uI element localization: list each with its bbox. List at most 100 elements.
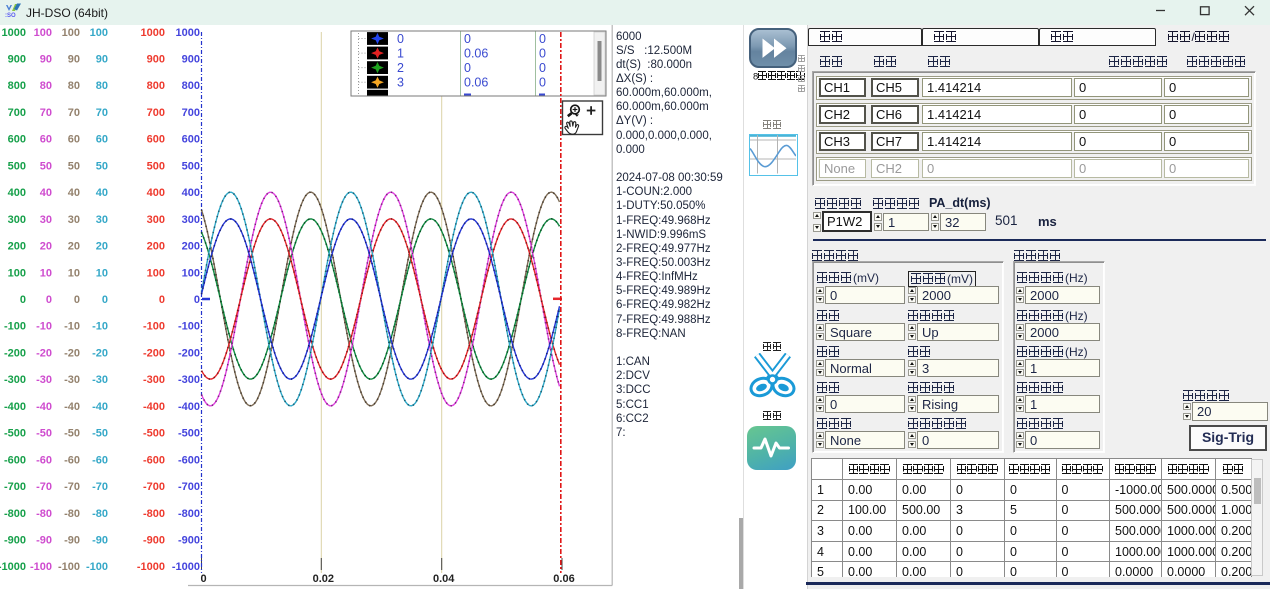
svg-text:400: 400: [8, 187, 26, 199]
svg-text:-100: -100: [86, 561, 108, 573]
svg-text:-80: -80: [36, 508, 52, 520]
svg-text:30: 30: [68, 214, 80, 226]
svg-text:70: 70: [68, 107, 80, 119]
svg-text:600: 600: [8, 134, 26, 146]
svg-text:-200: -200: [178, 347, 200, 359]
svg-text:-800: -800: [4, 508, 26, 520]
svg-text:500: 500: [147, 160, 165, 172]
svg-text:-200: -200: [143, 347, 165, 359]
svg-text:100: 100: [62, 27, 80, 39]
svg-text:0: 0: [200, 573, 206, 585]
svg-text:-70: -70: [92, 481, 108, 493]
svg-text:20: 20: [96, 241, 108, 253]
svg-text:-400: -400: [143, 401, 165, 413]
svg-text:50: 50: [68, 160, 80, 172]
svg-text:-20: -20: [92, 347, 108, 359]
svg-text:-80: -80: [92, 508, 108, 520]
svg-text:400: 400: [147, 187, 165, 199]
svg-text:0: 0: [464, 32, 471, 46]
svg-text:0: 0: [539, 61, 546, 75]
svg-text:-100: -100: [143, 321, 165, 333]
svg-text:-300: -300: [143, 374, 165, 386]
svg-text:100: 100: [182, 267, 200, 279]
svg-text:400: 400: [182, 187, 200, 199]
svg-text:300: 300: [182, 214, 200, 226]
svg-text:80: 80: [96, 80, 108, 92]
svg-text:0.04: 0.04: [433, 573, 455, 585]
svg-text:3: 3: [397, 76, 404, 90]
svg-text:-10: -10: [36, 321, 52, 333]
svg-text:-20: -20: [36, 347, 52, 359]
svg-text:-90: -90: [64, 535, 80, 547]
svg-text:200: 200: [182, 241, 200, 253]
svg-text:-1000: -1000: [172, 561, 200, 573]
svg-text:10: 10: [96, 267, 108, 279]
svg-text:-60: -60: [64, 454, 80, 466]
svg-text:-80: -80: [64, 508, 80, 520]
svg-text:1000: 1000: [176, 27, 200, 39]
svg-text:-400: -400: [4, 401, 26, 413]
svg-text:0: 0: [464, 61, 471, 75]
svg-text:-40: -40: [36, 401, 52, 413]
svg-text:0: 0: [159, 294, 165, 306]
svg-text:10: 10: [68, 267, 80, 279]
svg-text:-70: -70: [36, 481, 52, 493]
svg-text:900: 900: [8, 54, 26, 66]
svg-text:-700: -700: [4, 481, 26, 493]
svg-text:-30: -30: [36, 374, 52, 386]
svg-text:60: 60: [68, 134, 80, 146]
svg-text:-50: -50: [36, 428, 52, 440]
svg-text:-800: -800: [143, 508, 165, 520]
svg-text:600: 600: [147, 134, 165, 146]
svg-text:-90: -90: [36, 535, 52, 547]
svg-text:10: 10: [40, 267, 52, 279]
svg-text:0.02: 0.02: [313, 573, 334, 585]
svg-text:-30: -30: [64, 374, 80, 386]
svg-text:0.06: 0.06: [464, 76, 488, 90]
svg-text:500: 500: [8, 160, 26, 172]
svg-text:0: 0: [539, 47, 546, 61]
svg-text:-400: -400: [178, 401, 200, 413]
svg-text:-60: -60: [92, 454, 108, 466]
svg-text:800: 800: [182, 80, 200, 92]
svg-text:-600: -600: [178, 454, 200, 466]
svg-text:80: 80: [40, 80, 52, 92]
svg-text:-90: -90: [92, 535, 108, 547]
svg-text:0: 0: [539, 76, 546, 90]
svg-text:100: 100: [90, 27, 108, 39]
svg-text:90: 90: [96, 54, 108, 66]
svg-text:100: 100: [8, 267, 26, 279]
svg-text:100: 100: [34, 27, 52, 39]
svg-text:60: 60: [40, 134, 52, 146]
svg-text:20: 20: [40, 241, 52, 253]
svg-text:200: 200: [8, 241, 26, 253]
svg-text:-50: -50: [64, 428, 80, 440]
svg-text:80: 80: [68, 80, 80, 92]
svg-text:-200: -200: [4, 347, 26, 359]
svg-text:-300: -300: [4, 374, 26, 386]
svg-text:40: 40: [40, 187, 52, 199]
svg-text:90: 90: [40, 54, 52, 66]
svg-text:-60: -60: [36, 454, 52, 466]
svg-text:60: 60: [96, 134, 108, 146]
svg-text:1: 1: [397, 47, 404, 61]
svg-text:0.06: 0.06: [553, 573, 574, 585]
svg-text:800: 800: [8, 80, 26, 92]
svg-text:0: 0: [20, 294, 26, 306]
svg-text:50: 50: [96, 160, 108, 172]
svg-text:-30: -30: [92, 374, 108, 386]
svg-text:50: 50: [40, 160, 52, 172]
svg-text:-600: -600: [143, 454, 165, 466]
svg-text:-900: -900: [178, 535, 200, 547]
svg-text:-100: -100: [58, 561, 80, 573]
svg-text:-900: -900: [4, 535, 26, 547]
svg-text:700: 700: [182, 107, 200, 119]
svg-text:1000: 1000: [2, 27, 26, 39]
svg-text:-500: -500: [178, 428, 200, 440]
svg-text:0.06: 0.06: [464, 47, 488, 61]
svg-text:-700: -700: [143, 481, 165, 493]
svg-text:900: 900: [182, 54, 200, 66]
svg-text:-100: -100: [30, 561, 52, 573]
svg-text:0: 0: [46, 294, 52, 306]
svg-text:900: 900: [147, 54, 165, 66]
